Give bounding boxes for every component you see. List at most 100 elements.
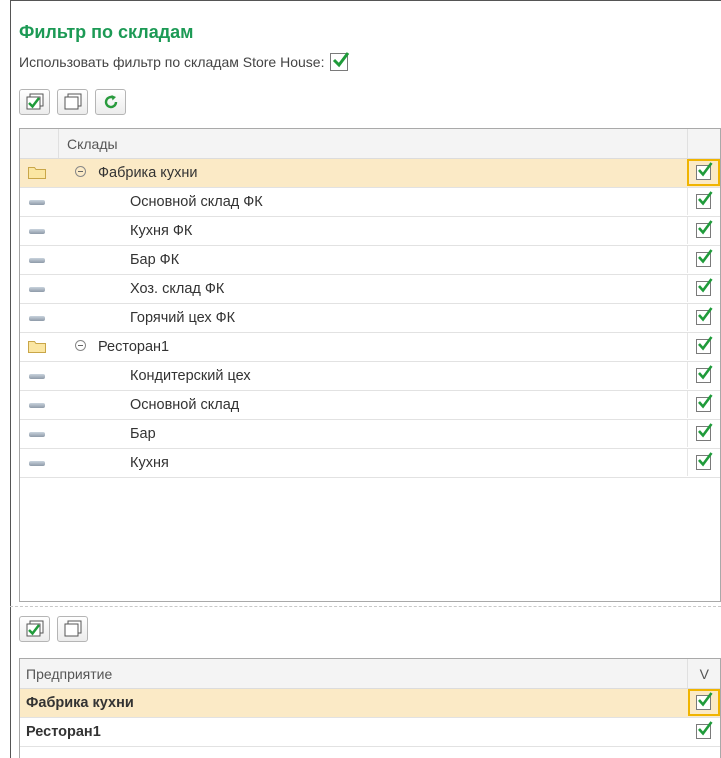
checkmark-icon: [698, 162, 713, 177]
checkmark-icon: [698, 307, 713, 322]
row-check-cell: [687, 362, 720, 389]
table-row[interactable]: Хоз. склад ФК: [20, 275, 720, 304]
row-checkbox[interactable]: [696, 721, 713, 739]
row-label: Фабрика кухни: [26, 695, 134, 711]
row-label: Кухня ФК: [130, 223, 193, 239]
row-checkbox[interactable]: [696, 278, 713, 296]
folder-icon: [28, 341, 46, 353]
warehouses-header: Склады: [20, 129, 720, 159]
row-checkbox[interactable]: [696, 220, 713, 238]
row-checkbox[interactable]: [696, 394, 713, 412]
checkmark-icon: [698, 278, 713, 293]
enterprise-toolbar: [19, 616, 88, 642]
item-icon: [29, 432, 45, 437]
enterprises-table: Предприятие V Фабрика кухни Ресторан1: [19, 658, 721, 758]
uncheck-all-icon: [64, 93, 81, 110]
collapse-icon[interactable]: [75, 166, 86, 177]
row-check-cell: [687, 333, 720, 360]
row-checkbox[interactable]: [696, 365, 713, 383]
group-row[interactable]: Фабрика кухни: [20, 159, 720, 188]
row-check-cell: [688, 718, 720, 745]
row-checkbox[interactable]: [696, 307, 713, 325]
row-check-cell: [687, 275, 720, 302]
checkmark-icon: [698, 191, 713, 206]
enterprises-header: Предприятие V: [20, 659, 720, 689]
row-check-cell: [687, 217, 720, 244]
item-icon: [29, 229, 45, 234]
checkmark-icon: [698, 692, 713, 707]
item-icon: [29, 200, 45, 205]
row-check-cell: [687, 449, 720, 476]
refresh-icon: [104, 95, 117, 109]
row-label: Бар ФК: [130, 252, 180, 268]
row-label: Ресторан1: [26, 724, 101, 740]
table-row[interactable]: Бар: [20, 420, 720, 449]
enterprise-uncheck-all-button[interactable]: [57, 616, 88, 642]
filter-row: Использовать фильтр по складам Store Hou…: [19, 52, 350, 71]
table-row[interactable]: Бар ФК: [20, 246, 720, 275]
row-checkbox[interactable]: [696, 692, 713, 710]
table-row[interactable]: Кондитерский цех: [20, 362, 720, 391]
row-label: Основной склад: [130, 397, 240, 413]
checkmark-icon: [698, 423, 713, 438]
checkmark-icon: [698, 220, 713, 235]
checkmark-icon: [698, 365, 713, 380]
table-row[interactable]: Горячий цех ФК: [20, 304, 720, 333]
enterprises-check-header: V: [699, 666, 709, 682]
check-all-button[interactable]: [19, 89, 50, 115]
checkmark-icon: [698, 452, 713, 467]
row-label: Фабрика кухни: [98, 165, 198, 181]
check-all-icon: [26, 93, 43, 110]
row-label: Кондитерский цех: [130, 368, 251, 384]
row-label: Хоз. склад ФК: [130, 281, 225, 297]
checkmark-icon: [698, 721, 713, 736]
uncheck-all-icon: [64, 620, 81, 637]
row-check-cell: [687, 246, 720, 273]
row-label: Кухня: [130, 455, 169, 471]
checkmark-icon: [698, 336, 713, 351]
table-row[interactable]: Основной склад ФК: [20, 188, 720, 217]
table-row[interactable]: Кухня: [20, 449, 720, 478]
page-title: Фильтр по складам: [19, 22, 194, 42]
row-check-cell: [687, 188, 720, 215]
row-check-cell: [688, 689, 720, 716]
item-icon: [29, 461, 45, 466]
table-row[interactable]: Основной склад: [20, 391, 720, 420]
row-checkbox[interactable]: [696, 191, 713, 209]
refresh-button[interactable]: [95, 89, 126, 115]
row-label: Горячий цех ФК: [130, 310, 236, 326]
enterprise-check-all-button[interactable]: [19, 616, 50, 642]
check-all-icon: [26, 620, 43, 637]
filter-label: Использовать фильтр по складам Store Hou…: [19, 54, 325, 70]
uncheck-all-button[interactable]: [57, 89, 88, 115]
row-checkbox[interactable]: [696, 249, 713, 267]
checkmark-icon: [698, 249, 713, 264]
table-row[interactable]: Ресторан1: [20, 718, 720, 747]
folder-icon: [28, 167, 46, 179]
row-checkbox[interactable]: [696, 452, 713, 470]
table-row[interactable]: Кухня ФК: [20, 217, 720, 246]
warehouses-column-header: Склады: [67, 136, 118, 152]
row-label: Основной склад ФК: [130, 194, 263, 210]
warehouses-table: Склады Фабрика кухни Основной склад ФК Кух…: [19, 128, 721, 602]
row-check-cell: [687, 304, 720, 331]
row-label: Ресторан1: [98, 339, 170, 355]
row-check-cell: [687, 420, 720, 447]
group-row[interactable]: Ресторан1: [20, 333, 720, 362]
item-icon: [29, 258, 45, 263]
row-label: Бар: [130, 426, 156, 442]
row-checkbox[interactable]: [696, 162, 713, 180]
collapse-icon[interactable]: [75, 340, 86, 351]
row-check-cell: [687, 391, 720, 418]
row-checkbox[interactable]: [696, 423, 713, 441]
item-icon: [29, 316, 45, 321]
row-check-cell: [687, 159, 720, 186]
table-row[interactable]: Фабрика кухни: [20, 689, 720, 718]
checkmark-icon: [698, 394, 713, 409]
warehouse-toolbar: [19, 89, 126, 115]
row-checkbox[interactable]: [696, 336, 713, 354]
item-icon: [29, 374, 45, 379]
splitter[interactable]: [10, 606, 721, 607]
filter-checkbox[interactable]: [330, 52, 350, 71]
enterprises-column-header: Предприятие: [26, 666, 113, 682]
